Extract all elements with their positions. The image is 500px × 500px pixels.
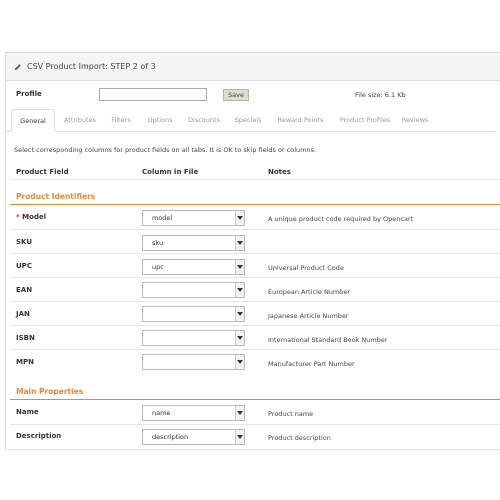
profile-label: Profile	[16, 90, 42, 98]
pencil-icon	[14, 63, 21, 70]
field-label-sku: SKU	[16, 238, 33, 246]
note-upc: Universal Product Code	[268, 264, 344, 272]
field-label-mpn: MPN	[16, 358, 34, 366]
chevron-down-icon	[235, 355, 244, 369]
note-name: Product name	[268, 410, 314, 418]
tab-product-profiles[interactable]: Product Profiles	[335, 109, 395, 131]
tab-general[interactable]: General	[11, 109, 55, 132]
column-select-mpn[interactable]	[142, 354, 245, 370]
save-button[interactable]: Save	[223, 89, 249, 101]
chevron-down-icon	[235, 236, 244, 250]
note-isbn: International Standard Book Number	[268, 336, 388, 344]
divider	[10, 229, 500, 230]
tab-specials[interactable]: Specials	[233, 109, 263, 131]
required-mark: *	[16, 213, 20, 221]
column-select-model[interactable]: model	[142, 210, 245, 226]
note-model: A unique product code required by Openca…	[268, 215, 414, 223]
field-label-jan: JAN	[16, 310, 30, 318]
section-divider	[10, 399, 500, 400]
file-size: File size: 6.1 Kb	[355, 91, 406, 99]
divider	[10, 349, 500, 350]
tab-bar: General Attributes Filters Options Disco…	[5, 109, 495, 132]
column-select-jan[interactable]	[142, 306, 245, 322]
note-jan: Japanese Article Number	[268, 312, 349, 320]
header-notes: Notes	[268, 168, 291, 176]
divider	[10, 277, 500, 278]
tab-reviews[interactable]: Reviews	[400, 109, 430, 131]
section-divider	[10, 204, 500, 205]
column-select-ean[interactable]	[142, 282, 245, 298]
field-label-description: Description	[16, 432, 62, 440]
column-select-sku[interactable]: sku	[142, 235, 245, 251]
tab-filters[interactable]: Filters	[109, 109, 133, 131]
divider	[10, 424, 500, 425]
note-ean: European Article Number	[268, 288, 351, 296]
panel-header: CSV Product Import: STEP 2 of 3	[6, 53, 500, 81]
note-description: Product description	[268, 434, 331, 442]
divider	[10, 179, 500, 180]
tab-options[interactable]: Options	[145, 109, 175, 131]
column-select-isbn[interactable]	[142, 330, 245, 346]
field-label-ean: EAN	[16, 286, 33, 294]
profile-input[interactable]	[99, 88, 207, 101]
field-label-isbn: ISBN	[16, 334, 35, 342]
field-label-name: Name	[16, 408, 39, 416]
divider	[10, 301, 500, 302]
section-title-identifiers: Product Identifiers	[16, 192, 96, 201]
chevron-down-icon	[235, 283, 244, 297]
panel-title: CSV Product Import: STEP 2 of 3	[27, 62, 156, 71]
note-mpn: Manufacturer Part Number	[268, 360, 355, 368]
field-label-upc: UPC	[16, 262, 32, 270]
tab-reward-points[interactable]: Reward Points	[273, 109, 328, 131]
chevron-down-icon	[235, 211, 244, 225]
header-column-in-file: Column in File	[142, 168, 199, 176]
column-select-upc[interactable]: upc	[142, 259, 245, 275]
header-product-field: Product Field	[16, 168, 69, 176]
chevron-down-icon	[235, 430, 244, 444]
tab-attributes[interactable]: Attributes	[60, 109, 100, 131]
chevron-down-icon	[235, 331, 244, 345]
field-label-model: * Model	[16, 213, 47, 221]
chevron-down-icon	[235, 260, 244, 274]
column-select-name[interactable]: name	[142, 405, 245, 421]
chevron-down-icon	[235, 307, 244, 321]
divider	[10, 325, 500, 326]
tab-discounts[interactable]: Discounts	[186, 109, 222, 131]
column-select-description[interactable]: description	[142, 429, 245, 445]
section-title-main: Main Properties	[16, 387, 84, 396]
chevron-down-icon	[235, 406, 244, 420]
instructions-text: Select corresponding columns for product…	[14, 146, 317, 154]
divider	[10, 253, 500, 254]
